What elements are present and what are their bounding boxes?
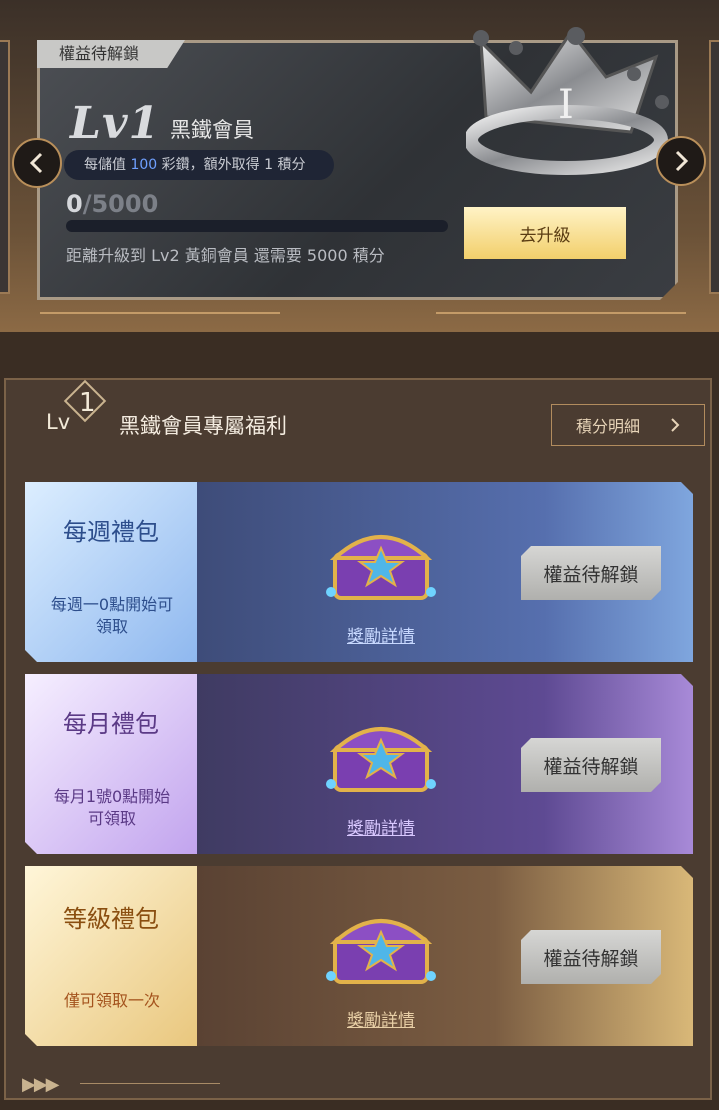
gift-info-panel bbox=[25, 866, 197, 1046]
divider-right bbox=[436, 312, 686, 314]
gift-claim-note: 每月1號0點開始可領取 bbox=[53, 787, 171, 828]
points-readout: 0/5000 bbox=[66, 190, 158, 218]
earn-rule: 每儲值 100 彩鑽，額外取得 1 積分 bbox=[64, 150, 334, 180]
svg-text:I: I bbox=[558, 82, 574, 128]
reward-details-link[interactable]: 獎勵詳情 bbox=[325, 1006, 437, 1031]
weekly-gift-card: 每週禮包 每週一0點開始可領取 獎勵詳情 權益待解鎖 bbox=[25, 482, 693, 662]
locked-benefit-button[interactable]: 權益待解鎖 bbox=[521, 546, 661, 600]
prev-level-button[interactable] bbox=[12, 138, 62, 188]
gift-title: 等級禮包 bbox=[63, 905, 159, 933]
divider-left bbox=[40, 312, 280, 314]
chevron-right-icon bbox=[671, 418, 680, 432]
points-detail-label: 積分明細 bbox=[575, 417, 640, 436]
benefit-level-prefix: Lv bbox=[46, 410, 71, 434]
gift-title: 每週禮包 bbox=[63, 518, 159, 546]
points-progress-bar bbox=[66, 220, 448, 232]
gift-title: 每月禮包 bbox=[63, 710, 159, 738]
locked-benefit-button[interactable]: 權益待解鎖 bbox=[521, 738, 661, 792]
footer-divider bbox=[80, 1083, 220, 1084]
monthly-gift-card: 每月禮包 每月1號0點開始可領取 獎勵詳情 權益待解鎖 bbox=[25, 674, 693, 854]
level-gift-card: 等級禮包 僅可領取一次 獎勵詳情 權益待解鎖 bbox=[25, 866, 693, 1046]
earn-rule-amount: 100 bbox=[130, 157, 158, 173]
earn-rule-suffix: 彩鑽，額外取得 1 積分 bbox=[157, 157, 306, 173]
points-current: 0 bbox=[66, 190, 83, 218]
next-card-edge bbox=[709, 40, 719, 294]
treasure-chest-icon bbox=[325, 906, 437, 986]
gift-claim-note: 每週一0點開始可領取 bbox=[50, 595, 174, 636]
benefit-level-number: 1 bbox=[79, 388, 96, 418]
treasure-chest-icon bbox=[325, 714, 437, 794]
tier-name: 黑鐵會員 bbox=[170, 118, 254, 142]
remaining-points-text: 距離升級到 Lv2 黃銅會員 還需要 5000 積分 bbox=[66, 246, 385, 265]
earn-rule-prefix: 每儲值 bbox=[84, 157, 131, 173]
triple-arrow-icon: ▶▶▶ bbox=[22, 1074, 60, 1095]
unlock-status-tag: 權益待解鎖 bbox=[37, 40, 185, 68]
treasure-chest-icon bbox=[325, 522, 437, 602]
locked-benefit-button[interactable]: 權益待解鎖 bbox=[521, 930, 661, 984]
points-target: /5000 bbox=[82, 190, 159, 218]
next-level-button[interactable] bbox=[656, 136, 706, 186]
chevron-left-icon bbox=[29, 152, 43, 174]
gift-claim-note: 僅可領取一次 bbox=[63, 991, 160, 1010]
prev-card-edge bbox=[0, 40, 10, 294]
chevron-right-icon bbox=[675, 150, 689, 172]
upgrade-button[interactable]: 去升級 bbox=[464, 207, 626, 259]
points-detail-button[interactable]: 積分明細 bbox=[551, 404, 705, 446]
level-badge: Lv1 bbox=[70, 98, 161, 149]
reward-details-link[interactable]: 獎勵詳情 bbox=[325, 814, 437, 839]
benefits-title: 黑鐵會員專屬福利 bbox=[119, 414, 287, 438]
reward-details-link[interactable]: 獎勵詳情 bbox=[325, 622, 437, 647]
crown-icon: I bbox=[466, 27, 669, 175]
